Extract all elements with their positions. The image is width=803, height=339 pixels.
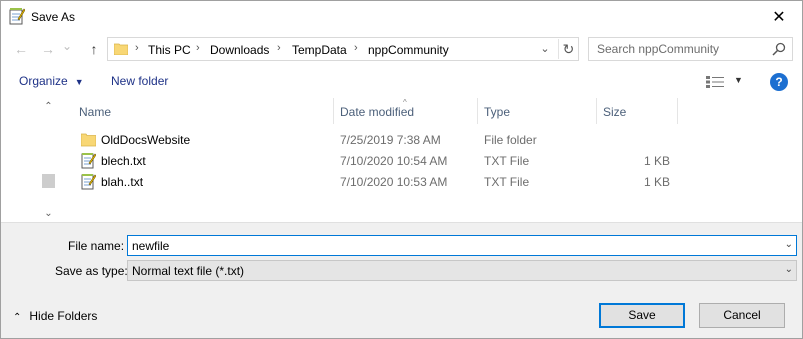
hide-folders-button[interactable]: ⌃ Hide Folders [13,309,97,323]
file-row[interactable]: blah..txt 7/10/2020 10:53 AM TXT File 1 … [63,171,802,192]
save-type-select[interactable]: Normal text file (*.txt) ⌄ [127,260,797,281]
navigation-scrollbar[interactable]: ⌃ ⌄ [40,98,57,222]
cancel-button[interactable]: Cancel [699,303,785,328]
save-button[interactable]: Save [599,303,685,328]
view-dropdown-icon: ▼ [734,75,743,85]
file-name: blah..txt [101,175,144,189]
search-icon[interactable] [772,42,786,56]
file-name: OldDocsWebsite [101,133,191,147]
file-list: ^ Name Date modified Type Size OldDocsWe… [63,98,802,222]
column-divider[interactable] [677,98,678,124]
column-header-name[interactable]: Name [79,98,111,124]
file-name: blech.txt [101,154,146,168]
column-header-type[interactable]: Type [484,98,510,124]
file-date: 7/25/2019 7:38 AM [340,133,441,147]
breadcrumb-tempdata[interactable]: TempData [292,43,347,57]
title-bar: Save As ✕ [1,1,802,33]
breadcrumb-downloads[interactable]: Downloads [210,43,269,57]
address-bar[interactable]: › This PC › Downloads › TempData › nppCo… [107,37,579,61]
chevron-down-icon[interactable]: ⌄ [785,239,793,250]
file-size: 1 KB [643,154,670,168]
notepad-app-icon [9,8,25,25]
search-input[interactable] [589,38,769,60]
notepad-file-icon [81,174,96,190]
command-toolbar: Organize ▼ New folder ▼ ? [1,67,802,97]
refresh-icon[interactable]: ↻ [558,39,578,59]
file-type: TXT File [484,154,530,168]
breadcrumb-separator-icon: › [354,42,358,54]
address-dropdown-icon[interactable]: ⌄ [537,41,553,57]
scroll-down-icon[interactable]: ⌄ [40,205,57,222]
content-area: ⌃ ⌄ ^ Name Date modified Type Size OldDo… [1,98,802,222]
change-view-button[interactable]: ▼ [706,73,746,91]
file-name-input[interactable] [128,236,778,255]
back-arrow-icon[interactable]: ← [12,40,30,58]
save-as-dialog: Save As ✕ ← → ⌄ ↑ › This PC › Downloads … [0,0,803,339]
scroll-up-icon[interactable]: ⌃ [40,98,57,115]
up-arrow-icon[interactable]: ↑ [85,40,103,58]
file-date: 7/10/2020 10:54 AM [340,154,448,168]
column-header-date[interactable]: Date modified [340,98,414,124]
forward-arrow-icon[interactable]: → [39,40,57,58]
file-type: TXT File [484,175,530,189]
breadcrumb-separator-icon: › [196,42,200,54]
folder-icon [114,43,128,55]
column-header-size[interactable]: Size [603,98,626,124]
organize-button[interactable]: Organize ▼ [19,74,84,88]
notepad-file-icon [81,153,96,169]
column-divider[interactable] [477,98,478,124]
file-type: File folder [484,133,537,147]
navigation-pane[interactable]: ⌃ ⌄ [1,98,61,222]
chevron-up-icon: ⌃ [13,312,22,323]
column-divider[interactable] [596,98,597,124]
file-date: 7/10/2020 10:53 AM [340,175,448,189]
folder-icon [81,133,96,147]
file-row[interactable]: blech.txt 7/10/2020 10:54 AM TXT File 1 … [63,150,802,171]
save-form: File name: ⌄ Save as type: Normal text f… [1,222,802,338]
breadcrumb-separator-icon: › [135,42,139,54]
close-icon: ✕ [772,8,786,26]
organize-label: Organize [19,74,68,88]
file-row[interactable]: OldDocsWebsite 7/25/2019 7:38 AM File fo… [63,129,802,150]
chevron-down-icon: ⌄ [784,264,793,275]
save-type-label: Save as type: [55,264,128,278]
details-view-icon [706,76,724,88]
scroll-thumb[interactable] [42,174,55,188]
breadcrumb-this-pc[interactable]: This PC [148,43,191,57]
file-name-combobox[interactable]: ⌄ [127,235,797,256]
window-title: Save As [31,10,76,24]
save-button-label: Save [628,308,656,322]
help-button[interactable]: ? [770,73,788,91]
file-name-label: File name: [68,239,125,253]
new-folder-button[interactable]: New folder [111,74,168,88]
file-size: 1 KB [643,175,670,189]
column-divider[interactable] [333,98,334,124]
close-button[interactable]: ✕ [756,1,802,32]
cancel-button-label: Cancel [723,308,761,322]
chevron-down-icon: ▼ [74,77,84,87]
search-box[interactable] [588,37,793,61]
save-type-value: Normal text file (*.txt) [132,264,245,278]
breadcrumb-separator-icon: › [277,42,281,54]
breadcrumb-nppcommunity[interactable]: nppCommunity [368,43,449,57]
navigation-bar: ← → ⌄ ↑ › This PC › Downloads › TempData… [1,34,802,64]
recent-locations-icon[interactable]: ⌄ [61,37,73,55]
hide-folders-label: Hide Folders [29,309,98,323]
